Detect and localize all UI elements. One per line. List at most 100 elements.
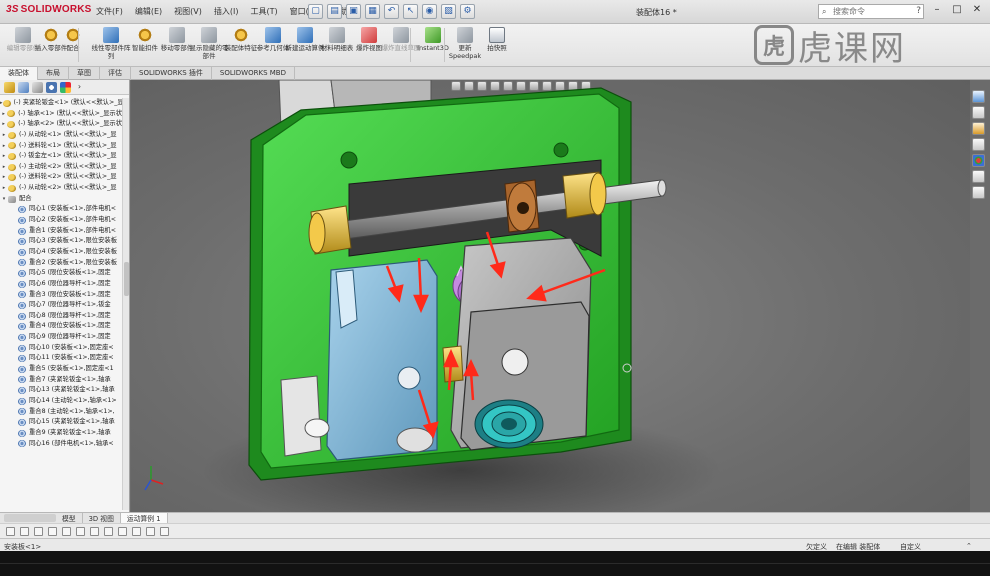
search-input[interactable] xyxy=(819,5,905,18)
select-icon[interactable]: ↖ xyxy=(403,4,418,19)
tool-icon[interactable] xyxy=(132,527,141,536)
expand-right-icon[interactable]: ▸ xyxy=(0,172,8,183)
feature-tree-scrollbar[interactable] xyxy=(122,98,129,510)
tool-icon[interactable] xyxy=(34,527,43,536)
tab-navigation-arrows[interactable] xyxy=(4,514,56,522)
mate-tree-item[interactable]: 同心11 (安装板<1>,固定座< xyxy=(0,353,122,364)
solidworks-logo[interactable]: 3S SOLIDWORKS xyxy=(6,4,92,15)
tool-icon[interactable] xyxy=(160,527,169,536)
menu-item[interactable]: 工具(T) xyxy=(250,6,277,17)
chevron-right-icon[interactable]: › xyxy=(74,82,85,93)
command-tab[interactable]: SOLIDWORKS 插件 xyxy=(131,67,212,80)
tool-icon[interactable] xyxy=(48,527,57,536)
tool-icon[interactable] xyxy=(146,527,155,536)
rebuild-icon[interactable]: ◉ xyxy=(422,4,437,19)
expand-right-icon[interactable]: ▸ xyxy=(0,151,8,162)
menu-item[interactable]: 文件(F) xyxy=(96,6,123,17)
mate-tree-item[interactable]: 同心7 (限位器导杆<1>,钣金 xyxy=(0,300,122,311)
status-expand-icon[interactable]: ⌃ xyxy=(966,542,972,550)
expand-right-icon[interactable]: ▸ xyxy=(0,109,7,120)
mate-tree-item[interactable]: 同心1 (安装板<1>,部件电机< xyxy=(0,204,122,215)
custom-properties-icon[interactable] xyxy=(972,170,985,183)
file-properties-icon[interactable]: ▧ xyxy=(441,4,456,19)
mate-tree-item[interactable]: 同心2 (安装板<1>,部件电机< xyxy=(0,215,122,226)
component-tree-item[interactable]: ▸ (-) 钣金左<1> (默认<<默认>_显 xyxy=(0,151,122,162)
mate-tree-item[interactable]: 重合3 (限位安装板<1>,固定 xyxy=(0,290,122,301)
feature-tree-tab-icon[interactable] xyxy=(4,82,15,93)
mate-tree-item[interactable]: 重合9 (夹紧轮钣金<1>,轴承 xyxy=(0,428,122,439)
open-folder-icon[interactable]: ▤ xyxy=(327,4,342,19)
model-tab[interactable]: 运动算例 1 xyxy=(120,513,168,523)
mate-tree-item[interactable]: 同心3 (安装板<1>,限位安装板 xyxy=(0,236,122,247)
mate-tree-item[interactable]: 重合8 (主动轮<1>,轴承<1>, xyxy=(0,407,122,418)
mate-tree-item[interactable]: 同心4 (安装板<1>,限位安装板 xyxy=(0,247,122,258)
mate-tree-item[interactable]: 同心10 (安装板<1>,固定座< xyxy=(0,343,122,354)
tool-icon[interactable] xyxy=(6,527,15,536)
property-manager-tab-icon[interactable] xyxy=(18,82,29,93)
configuration-tab-icon[interactable] xyxy=(32,82,43,93)
minimize-button[interactable]: – xyxy=(930,4,944,15)
tool-icon[interactable] xyxy=(90,527,99,536)
component-tree-item[interactable]: ▸ (-) 轴承<1> (默认<<默认>_显示状 xyxy=(0,109,122,120)
mate-tree-item[interactable]: 重合1 (安装板<1>,部件电机< xyxy=(0,226,122,237)
tool-icon[interactable] xyxy=(20,527,29,536)
component-tree-item[interactable]: ▸ (-) 主动轮<2> (默认<<默认>_显 xyxy=(0,162,122,173)
search-help-icon[interactable]: ? xyxy=(916,6,921,16)
restore-button[interactable]: □ xyxy=(950,4,964,15)
expand-right-icon[interactable]: ▸ xyxy=(0,130,8,141)
tool-icon[interactable] xyxy=(118,527,127,536)
ribbon-button[interactable]: 线性零部件阵列 xyxy=(92,27,131,60)
menu-item[interactable]: 插入(I) xyxy=(214,6,239,17)
component-tree-item[interactable]: ▸ (-) 送料轮<1> (默认<<默认>_显 xyxy=(0,141,122,152)
mate-tree-item[interactable]: 重合5 (安装板<1>,固定座<1 xyxy=(0,364,122,375)
expand-down-icon[interactable]: ▾ xyxy=(0,194,8,205)
save-icon[interactable]: ▣ xyxy=(346,4,361,19)
expand-right-icon[interactable]: ▸ xyxy=(0,119,7,130)
mates-folder[interactable]: ▾ 配合 xyxy=(0,194,122,205)
scrollbar-thumb[interactable] xyxy=(124,262,129,296)
model-tab[interactable]: 3D 视图 xyxy=(83,513,121,523)
graphics-viewport[interactable] xyxy=(131,80,970,512)
mate-tree-item[interactable]: 同心15 (夹紧轮钣金<1>,轴承 xyxy=(0,417,122,428)
new-document-icon[interactable]: ▢ xyxy=(308,4,323,19)
display-manager-tab-icon[interactable] xyxy=(60,82,71,93)
tool-icon[interactable] xyxy=(62,527,71,536)
mate-tree-item[interactable]: 同心14 (主动轮<1>,轴承<1> xyxy=(0,396,122,407)
ribbon-button[interactable]: 拍快照 xyxy=(478,27,516,53)
command-tab[interactable]: 草图 xyxy=(69,67,100,80)
mate-tree-item[interactable]: 重合2 (安装板<1>,限位安装板 xyxy=(0,258,122,269)
tool-icon[interactable] xyxy=(76,527,85,536)
model-tab[interactable]: 模型 xyxy=(56,513,83,523)
component-tree-item[interactable]: ▸ (-) 夹紧轮钣金<1> (默认<<默认>_显示 xyxy=(0,98,122,109)
design-library-icon[interactable] xyxy=(972,106,985,119)
mate-tree-item[interactable]: 同心8 (限位器导杆<1>,固定 xyxy=(0,311,122,322)
command-tab[interactable]: 装配体 xyxy=(0,67,38,80)
undo-icon[interactable]: ↶ xyxy=(384,4,399,19)
ribbon-button[interactable]: 配合 xyxy=(54,27,92,53)
mate-tree-item[interactable]: 同心9 (限位器导杆<1>,固定 xyxy=(0,332,122,343)
mate-tree-item[interactable]: 同心5 (限位安装板<1>,固定 xyxy=(0,268,122,279)
expand-right-icon[interactable]: ▸ xyxy=(0,162,8,173)
mate-tree-item[interactable]: 重合4 (限位安装板<1>,固定 xyxy=(0,321,122,332)
component-tree-item[interactable]: ▸ (-) 送料轮<2> (默认<<默认>_显 xyxy=(0,172,122,183)
mate-tree-item[interactable]: 同心13 (夹紧轮钣金<1>,轴承 xyxy=(0,385,122,396)
command-tab[interactable]: 布局 xyxy=(38,67,69,80)
component-tree-item[interactable]: ▸ (-) 从动轮<1> (默认<<默认>_显 xyxy=(0,130,122,141)
assembly-model[interactable] xyxy=(131,80,970,512)
command-tab[interactable]: SOLIDWORKS MBD xyxy=(212,67,295,80)
component-tree-item[interactable]: ▸ (-) 轴承<2> (默认<<默认>_显示状 xyxy=(0,119,122,130)
menu-item[interactable]: 视图(V) xyxy=(174,6,202,17)
dimxpert-tab-icon[interactable] xyxy=(46,82,57,93)
file-explorer-icon[interactable] xyxy=(972,122,985,135)
solidworks-resources-icon[interactable] xyxy=(972,90,985,103)
menu-item[interactable]: 编辑(E) xyxy=(135,6,162,17)
command-tab[interactable]: 评估 xyxy=(100,67,131,80)
view-palette-icon[interactable] xyxy=(972,138,985,151)
component-tree-item[interactable]: ▸ (-) 从动轮<2> (默认<<默认>_显 xyxy=(0,183,122,194)
forum-icon[interactable] xyxy=(972,186,985,199)
mate-tree-item[interactable]: 同心6 (限位器导杆<1>,固定 xyxy=(0,279,122,290)
expand-right-icon[interactable]: ▸ xyxy=(0,141,8,152)
tool-icon[interactable] xyxy=(104,527,113,536)
print-icon[interactable]: ▦ xyxy=(365,4,380,19)
mate-tree-item[interactable]: 重合7 (夹紧轮钣金<1>,轴承 xyxy=(0,375,122,386)
